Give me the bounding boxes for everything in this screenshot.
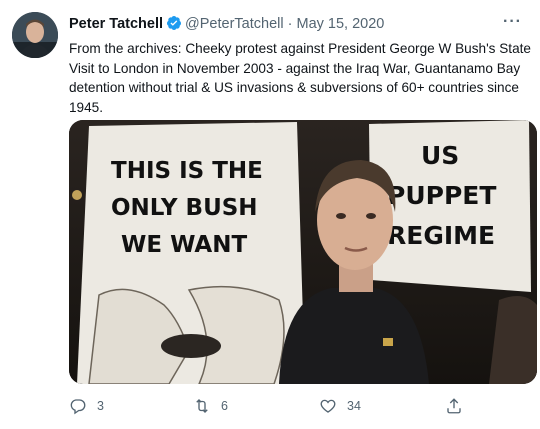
right-sign-line-3: REGIME [387, 221, 495, 250]
left-protest-sign: THIS IS THE ONLY BUSH WE WANT [77, 122, 305, 384]
separator-dot: · [287, 16, 293, 32]
reply-icon [70, 399, 86, 415]
reply-count: 3 [97, 399, 104, 413]
more-icon[interactable]: ··· [503, 12, 522, 32]
tweet-text: From the archives: Cheeky protest agains… [69, 41, 531, 115]
retweet-count: 6 [221, 399, 228, 413]
right-protest-sign: US PUPPET REGIME [369, 120, 531, 292]
share-icon [447, 398, 461, 414]
retweet-icon [196, 399, 208, 413]
like-button[interactable]: 34 [319, 394, 361, 418]
verified-badge-icon [167, 16, 182, 30]
like-count: 34 [347, 399, 361, 413]
share-button[interactable] [445, 394, 463, 418]
reply-button[interactable]: 3 [69, 394, 104, 418]
retweet-button[interactable]: 6 [193, 394, 228, 418]
left-sign-line-2: ONLY BUSH [111, 195, 258, 221]
tweet-date[interactable]: May 15, 2020 [296, 16, 384, 32]
left-sign-line-3: WE WANT [121, 232, 247, 258]
avatar[interactable] [12, 12, 58, 58]
left-sign-line-1: THIS IS THE [111, 158, 263, 184]
author-handle[interactable]: @PeterTatchell [185, 16, 284, 32]
right-sign-line-2: PUPPET [387, 181, 496, 210]
tweet-actions: 3 6 34 [69, 394, 489, 418]
author-name[interactable]: Peter Tatchell [69, 16, 163, 32]
tweet[interactable]: Peter Tatchell @PeterTatchell · May 15, 2… [0, 0, 540, 429]
tweet-photo[interactable]: THIS IS THE ONLY BUSH WE WANT US PUPPET … [69, 120, 537, 384]
like-icon [320, 399, 336, 413]
right-sign-line-1: US [421, 141, 459, 170]
tweet-header: Peter Tatchell @PeterTatchell · May 15, 2… [69, 12, 524, 34]
